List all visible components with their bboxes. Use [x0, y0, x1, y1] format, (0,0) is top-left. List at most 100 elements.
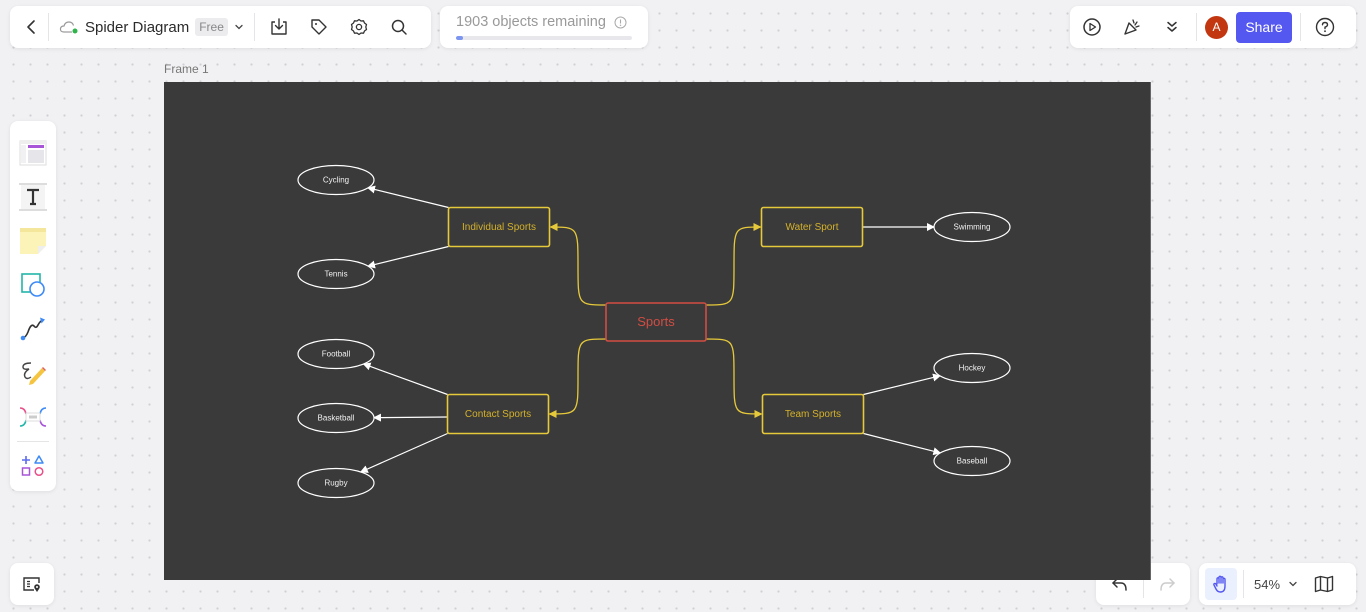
branch-label: Individual Sports	[462, 222, 536, 233]
plan-badge: Free	[195, 18, 228, 36]
share-button[interactable]: Share	[1236, 11, 1292, 43]
shape-tool[interactable]	[13, 263, 53, 307]
document-title[interactable]: Spider Diagram	[85, 19, 189, 36]
redo-button[interactable]	[1151, 568, 1183, 600]
map-view-button[interactable]	[1308, 568, 1340, 600]
branch-node[interactable]: Water Sport	[760, 206, 864, 248]
minimap-button[interactable]	[10, 563, 54, 605]
divider	[1300, 13, 1301, 41]
branch-node[interactable]: Contact Sports	[446, 393, 550, 435]
mind-map-icon	[19, 407, 47, 427]
nodes-layer: Cycling Tennis Individual Sports Swimming Wa…	[297, 164, 1011, 499]
zoom-level-value: 54%	[1254, 576, 1281, 592]
text-icon	[19, 183, 47, 211]
leaf-label: Rugby	[324, 479, 347, 488]
sticky-note-icon	[20, 228, 46, 254]
objects-progress-bar	[456, 36, 632, 40]
objects-remaining-text: 1903 objects remaining	[456, 14, 606, 30]
download-icon	[271, 18, 287, 35]
back-button[interactable]	[16, 11, 48, 43]
branch-leaf-connector[interactable]	[372, 413, 448, 422]
template-icon	[19, 140, 47, 166]
present-button[interactable]	[1076, 11, 1108, 43]
hand-tool-button[interactable]	[1205, 568, 1237, 600]
leaf-node[interactable]: Hockey	[933, 352, 1011, 384]
tool-palette	[10, 121, 56, 491]
root-label: Sports	[637, 314, 675, 329]
chevron-left-icon	[27, 20, 35, 34]
tag-button[interactable]	[303, 11, 335, 43]
chevron-down-icon[interactable]	[234, 22, 244, 32]
branch-leaf-connector[interactable]	[367, 185, 449, 209]
top-right-toolbar: A Share	[1070, 6, 1356, 48]
leaf-node[interactable]: Baseball	[933, 445, 1011, 477]
map-pin-card-icon	[23, 577, 40, 592]
pen-icon	[22, 362, 46, 385]
main-toolbar: Spider Diagram Free	[10, 6, 431, 48]
connector-tool[interactable]	[13, 307, 53, 351]
leaf-label: Football	[322, 350, 351, 359]
user-avatar[interactable]: A	[1205, 15, 1228, 39]
divider	[1196, 13, 1197, 41]
chevron-double-down-icon	[1167, 21, 1177, 32]
leaf-node[interactable]: Cycling	[297, 164, 375, 196]
mind-map-tool[interactable]	[13, 395, 53, 439]
root-branch-connector[interactable]	[705, 338, 763, 418]
cloud-sync-icon	[59, 21, 78, 34]
objects-remaining-panel: 1903 objects remaining	[440, 6, 648, 48]
spider-diagram: Cycling Tennis Individual Sports Swimming Wa…	[297, 164, 1011, 499]
leaf-node[interactable]: Rugby	[297, 467, 375, 499]
more-shapes-icon	[21, 455, 44, 477]
leaf-label: Swimming	[954, 223, 991, 232]
book-map-icon	[1314, 575, 1334, 593]
branch-leaf-connector[interactable]	[362, 362, 448, 396]
branch-label: Team Sports	[785, 409, 841, 420]
frame-canvas[interactable]: Cycling Tennis Individual Sports Swimming Wa…	[164, 82, 1151, 580]
more-button[interactable]	[1156, 11, 1188, 43]
template-tool[interactable]	[13, 131, 53, 175]
sticky-note-tool[interactable]	[13, 219, 53, 263]
branch-leaf-connector[interactable]	[863, 373, 941, 396]
gear-icon	[350, 18, 368, 36]
chevron-down-icon	[1289, 581, 1297, 587]
leaf-node[interactable]: Tennis	[297, 258, 375, 290]
hand-icon	[1213, 575, 1226, 593]
tag-icon	[311, 19, 327, 35]
divider	[253, 13, 255, 41]
connector-icon	[20, 317, 45, 341]
branch-label: Contact Sports	[465, 409, 531, 420]
celebrate-button[interactable]	[1116, 11, 1148, 43]
more-shapes-tool[interactable]	[13, 444, 53, 488]
shape-icon	[21, 273, 45, 297]
leaf-label: Baseball	[957, 457, 988, 466]
branch-leaf-connector[interactable]	[863, 432, 942, 456]
pen-tool[interactable]	[13, 351, 53, 395]
leaf-node[interactable]: Basketball	[297, 402, 375, 434]
root-branch-connector[interactable]	[548, 338, 607, 418]
root-node[interactable]: Sports	[605, 302, 707, 342]
branch-node[interactable]: Individual Sports	[447, 206, 551, 248]
zoom-panel: 54%	[1199, 563, 1356, 605]
text-tool[interactable]	[13, 175, 53, 219]
redo-icon	[1159, 578, 1175, 591]
help-button[interactable]	[1309, 11, 1341, 43]
branch-node[interactable]: Team Sports	[761, 393, 865, 435]
settings-button[interactable]	[343, 11, 375, 43]
zoom-level-dropdown[interactable]: 54%	[1250, 577, 1302, 592]
document-title-group[interactable]: Spider Diagram Free	[49, 18, 254, 36]
party-popper-icon	[1124, 19, 1140, 35]
search-button[interactable]	[383, 11, 415, 43]
root-branch-connector[interactable]	[549, 223, 607, 306]
frame-label[interactable]: Frame 1	[164, 62, 209, 76]
info-icon[interactable]	[614, 16, 627, 29]
help-icon	[1315, 17, 1335, 37]
branch-leaf-connector[interactable]	[359, 432, 448, 473]
divider	[17, 441, 49, 442]
branch-leaf-connector[interactable]	[367, 245, 449, 269]
download-button[interactable]	[263, 11, 295, 43]
root-branch-connector[interactable]	[705, 223, 762, 306]
leaf-node[interactable]: Football	[297, 338, 375, 370]
leaf-label: Tennis	[324, 270, 347, 279]
leaf-node[interactable]: Swimming	[933, 211, 1011, 243]
branch-label: Water Sport	[786, 222, 839, 233]
